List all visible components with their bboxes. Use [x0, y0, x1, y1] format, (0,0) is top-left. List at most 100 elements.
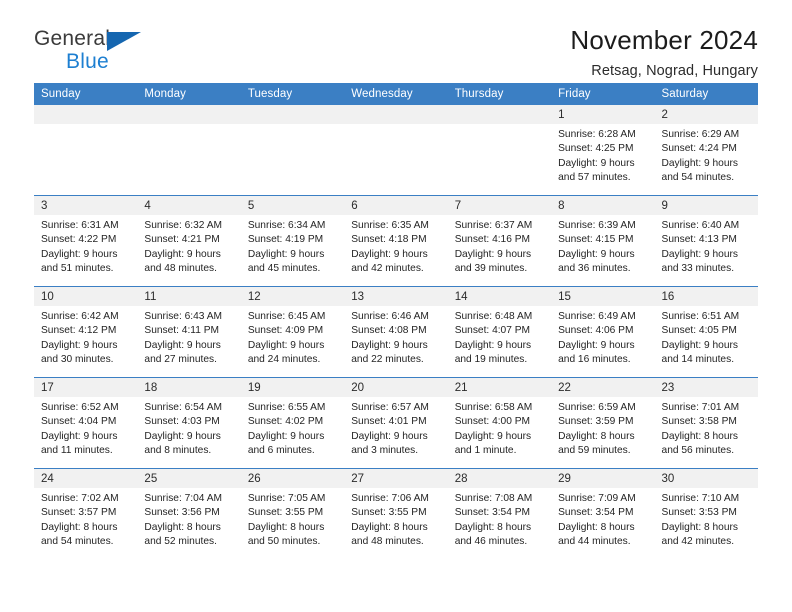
calendar-day-cell[interactable]: [137, 105, 241, 196]
empty-day-cell: [34, 105, 138, 195]
day-number: 8: [551, 196, 655, 215]
sunset-text: Sunset: 4:12 PM: [41, 325, 117, 337]
sunset-text: Sunset: 3:53 PM: [661, 507, 737, 519]
sunrise-text: Sunrise: 6:35 AM: [351, 220, 429, 231]
calendar-day-cell[interactable]: [34, 105, 138, 196]
calendar-day-cell[interactable]: 21 Sunrise: 6:58 AM Sunset: 4:00 PM Dayligh…: [447, 377, 552, 469]
day-cell: 1 Sunrise: 6:28 AM Sunset: 4:25 PM Daylight…: [551, 105, 655, 195]
calendar-day-cell[interactable]: 11 Sunrise: 6:43 AM Sunset: 4:11 PM Dayligh…: [137, 286, 241, 378]
sunrise-text: Sunrise: 6:29 AM: [661, 129, 740, 140]
sunset-text: Sunset: 3:55 PM: [351, 507, 427, 519]
day-details: Sunrise: 7:04 AM Sunset: 3:56 PM Daylight:…: [137, 488, 240, 550]
day-details: Sunrise: 7:06 AM Sunset: 3:55 PM Daylight:…: [344, 488, 447, 550]
calendar-day-cell[interactable]: [240, 105, 345, 196]
sunrise-text: Sunrise: 6:34 AM: [247, 220, 326, 231]
calendar-day-cell[interactable]: 5 Sunrise: 6:34 AM Sunset: 4:19 PM Daylight…: [240, 195, 345, 287]
calendar-day-cell[interactable]: 25 Sunrise: 7:04 AM Sunset: 3:56 PM Dayligh…: [137, 468, 241, 559]
calendar-day-cell[interactable]: 28 Sunrise: 7:08 AM Sunset: 3:54 PM Dayligh…: [447, 468, 552, 559]
calendar-day-cell[interactable]: 12 Sunrise: 6:45 AM Sunset: 4:09 PM Dayligh…: [240, 286, 345, 378]
calendar-day-cell[interactable]: 6 Sunrise: 6:35 AM Sunset: 4:18 PM Daylight…: [344, 195, 448, 287]
daylight-text-line1: Daylight: 9 hours: [454, 339, 532, 351]
daylight-text-line1: Daylight: 9 hours: [41, 339, 118, 351]
calendar-week-row: 3 Sunrise: 6:31 AM Sunset: 4:22 PM Daylight…: [34, 195, 758, 287]
daylight-text-line2: and 56 minutes.: [661, 445, 735, 457]
calendar-day-cell[interactable]: 2 Sunrise: 6:29 AM Sunset: 4:24 PM Daylight…: [654, 105, 758, 196]
sunrise-text: Sunrise: 7:08 AM: [454, 493, 533, 504]
daylight-text-line2: and 48 minutes.: [351, 536, 424, 548]
sunrise-text: Sunrise: 7:09 AM: [558, 493, 636, 504]
day-details: Sunrise: 6:37 AM Sunset: 4:16 PM Daylight:…: [448, 215, 551, 277]
calendar-day-cell[interactable]: 27 Sunrise: 7:06 AM Sunset: 3:55 PM Dayligh…: [344, 468, 448, 559]
sunrise-text: Sunrise: 6:42 AM: [41, 311, 119, 322]
sunrise-text: Sunrise: 6:45 AM: [247, 311, 326, 322]
calendar-day-cell[interactable]: 26 Sunrise: 7:05 AM Sunset: 3:55 PM Dayligh…: [240, 468, 345, 559]
day-cell: 12 Sunrise: 6:45 AM Sunset: 4:09 PM Dayligh…: [240, 287, 345, 377]
generalblue-logo[interactable]: General Blue: [34, 26, 166, 78]
sunset-text: Sunset: 4:13 PM: [661, 234, 737, 246]
calendar-day-cell[interactable]: 9 Sunrise: 6:40 AM Sunset: 4:13 PM Daylight…: [654, 195, 758, 287]
calendar-day-cell[interactable]: 19 Sunrise: 6:55 AM Sunset: 4:02 PM Dayligh…: [240, 377, 345, 469]
sunset-text: Sunset: 4:24 PM: [661, 143, 737, 155]
calendar-day-cell[interactable]: 29 Sunrise: 7:09 AM Sunset: 3:54 PM Dayligh…: [551, 468, 655, 559]
calendar-day-cell[interactable]: 7 Sunrise: 6:37 AM Sunset: 4:16 PM Daylight…: [447, 195, 552, 287]
calendar-day-cell[interactable]: 1 Sunrise: 6:28 AM Sunset: 4:25 PM Daylight…: [551, 105, 655, 196]
calendar-day-cell[interactable]: 30 Sunrise: 7:10 AM Sunset: 3:53 PM Dayligh…: [654, 468, 758, 559]
sunrise-text: Sunrise: 6:49 AM: [558, 311, 636, 322]
calendar-day-cell[interactable]: [344, 105, 448, 196]
sunrise-text: Sunrise: 7:06 AM: [351, 493, 429, 504]
daylight-text-line2: and 14 minutes.: [661, 354, 735, 366]
sunset-text: Sunset: 3:57 PM: [41, 507, 117, 519]
calendar-day-cell[interactable]: 15 Sunrise: 6:49 AM Sunset: 4:06 PM Dayligh…: [551, 286, 655, 378]
daylight-text-line1: Daylight: 9 hours: [558, 248, 635, 260]
logo-triangle-icon: [107, 32, 141, 51]
sunset-text: Sunset: 4:08 PM: [351, 325, 427, 337]
daylight-text-line1: Daylight: 9 hours: [41, 248, 118, 260]
title-block: November 2024 Retsag, Nograd, Hungary: [570, 25, 758, 79]
sunrise-text: Sunrise: 7:01 AM: [661, 402, 740, 413]
calendar-day-cell[interactable]: 16 Sunrise: 6:51 AM Sunset: 4:05 PM Dayligh…: [654, 286, 758, 378]
calendar-day-cell[interactable]: 23 Sunrise: 7:01 AM Sunset: 3:58 PM Dayligh…: [654, 377, 758, 469]
sunrise-text: Sunrise: 7:05 AM: [247, 493, 326, 504]
daylight-text-line1: Daylight: 9 hours: [144, 339, 221, 351]
weekday-header-saturday: Saturday: [654, 83, 758, 105]
daylight-text-line1: Daylight: 9 hours: [247, 430, 325, 442]
sunset-text: Sunset: 4:19 PM: [247, 234, 324, 246]
calendar-day-cell[interactable]: 10 Sunrise: 6:42 AM Sunset: 4:12 PM Dayligh…: [34, 286, 138, 378]
daylight-text-line1: Daylight: 8 hours: [558, 521, 635, 533]
sunset-text: Sunset: 4:03 PM: [144, 416, 220, 428]
day-details: Sunrise: 7:01 AM Sunset: 3:58 PM Daylight:…: [655, 397, 758, 459]
weekday-header-friday: Friday: [551, 83, 655, 105]
day-cell: 28 Sunrise: 7:08 AM Sunset: 3:54 PM Dayligh…: [447, 469, 552, 559]
calendar-page: General Blue November 2024 Retsag, Nogra…: [0, 0, 792, 612]
day-number: [344, 105, 448, 124]
day-details: Sunrise: 7:02 AM Sunset: 3:57 PM Daylight:…: [34, 488, 137, 550]
calendar-day-cell[interactable]: 8 Sunrise: 6:39 AM Sunset: 4:15 PM Daylight…: [551, 195, 655, 287]
sunset-text: Sunset: 4:02 PM: [247, 416, 324, 428]
sunset-text: Sunset: 4:09 PM: [247, 325, 324, 337]
daylight-text-line1: Daylight: 8 hours: [41, 521, 118, 533]
calendar-day-cell[interactable]: 4 Sunrise: 6:32 AM Sunset: 4:21 PM Daylight…: [137, 195, 241, 287]
daylight-text-line1: Daylight: 9 hours: [144, 430, 221, 442]
calendar-day-cell[interactable]: 24 Sunrise: 7:02 AM Sunset: 3:57 PM Dayligh…: [34, 468, 138, 559]
day-number: [447, 105, 552, 124]
day-details: Sunrise: 6:46 AM Sunset: 4:08 PM Daylight:…: [344, 306, 447, 368]
empty-day-cell: [240, 105, 345, 195]
daylight-text-line2: and 50 minutes.: [247, 536, 321, 548]
calendar-day-cell[interactable]: 20 Sunrise: 6:57 AM Sunset: 4:01 PM Dayligh…: [344, 377, 448, 469]
day-number: 6: [344, 196, 448, 215]
daylight-text-line1: Daylight: 8 hours: [661, 430, 738, 442]
calendar-day-cell[interactable]: [447, 105, 552, 196]
sunset-text: Sunset: 4:04 PM: [41, 416, 117, 428]
calendar-day-cell[interactable]: 13 Sunrise: 6:46 AM Sunset: 4:08 PM Dayligh…: [344, 286, 448, 378]
calendar-body: 1 Sunrise: 6:28 AM Sunset: 4:25 PM Daylight…: [34, 105, 758, 559]
calendar-day-cell[interactable]: 14 Sunrise: 6:48 AM Sunset: 4:07 PM Dayligh…: [447, 286, 552, 378]
calendar-day-cell[interactable]: 3 Sunrise: 6:31 AM Sunset: 4:22 PM Daylight…: [34, 195, 138, 287]
day-details: Sunrise: 7:09 AM Sunset: 3:54 PM Daylight:…: [551, 488, 654, 550]
calendar-day-cell[interactable]: 17 Sunrise: 6:52 AM Sunset: 4:04 PM Dayligh…: [34, 377, 138, 469]
daylight-text-line2: and 33 minutes.: [661, 263, 735, 275]
day-number: 1: [551, 105, 655, 124]
calendar-week-row: 17 Sunrise: 6:52 AM Sunset: 4:04 PM Dayligh…: [34, 377, 758, 469]
calendar-day-cell[interactable]: 22 Sunrise: 6:59 AM Sunset: 3:59 PM Dayligh…: [551, 377, 655, 469]
calendar-day-cell[interactable]: 18 Sunrise: 6:54 AM Sunset: 4:03 PM Dayligh…: [137, 377, 241, 469]
day-number: 27: [344, 469, 448, 488]
